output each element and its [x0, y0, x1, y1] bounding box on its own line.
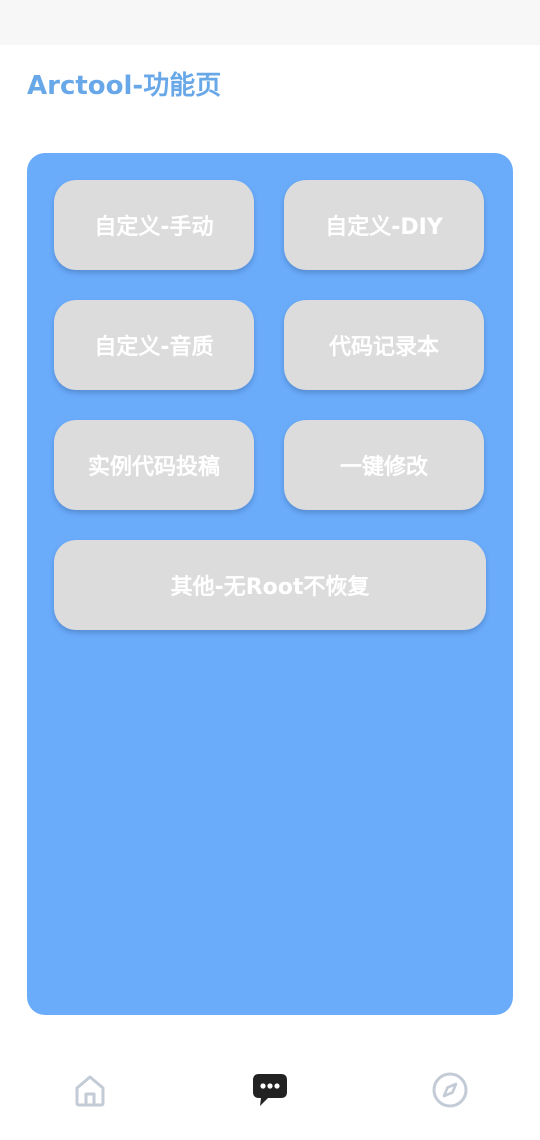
custom-diy-button[interactable]: 自定义-DIY: [284, 180, 484, 270]
home-icon: [75, 1075, 105, 1107]
bottom-navigation: [0, 1040, 540, 1140]
custom-manual-button[interactable]: 自定义-手动: [54, 180, 254, 270]
nav-home[interactable]: [68, 1068, 112, 1112]
other-no-root-button[interactable]: 其他-无Root不恢复: [54, 540, 486, 630]
page-title: Arctool-功能页: [27, 71, 222, 101]
one-click-modify-button[interactable]: 一键修改: [284, 420, 484, 510]
nav-discover[interactable]: [428, 1068, 472, 1112]
code-notebook-button[interactable]: 代码记录本: [284, 300, 484, 390]
compass-icon: [432, 1072, 468, 1108]
custom-sound-quality-button[interactable]: 自定义-音质: [54, 300, 254, 390]
submit-example-code-button[interactable]: 实例代码投稿: [54, 420, 254, 510]
chat-bubble-icon: [253, 1074, 287, 1106]
status-bar: [0, 0, 540, 45]
function-panel: 自定义-手动 自定义-DIY 自定义-音质 代码记录本 实例代码投稿 一键修改 …: [27, 153, 513, 1015]
nav-messages[interactable]: [248, 1068, 292, 1112]
